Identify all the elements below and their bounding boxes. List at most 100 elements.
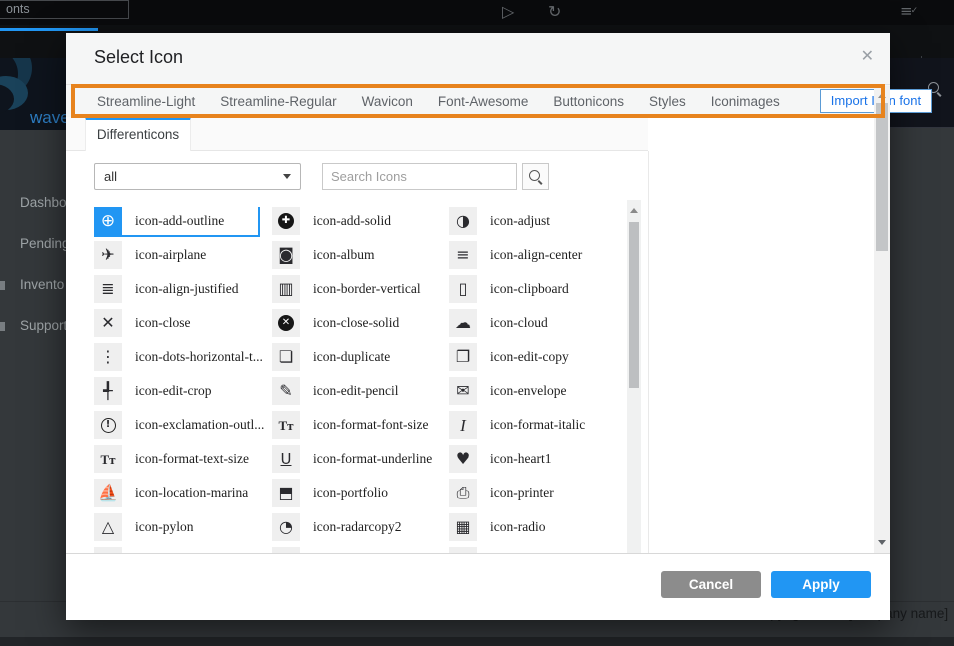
tab-font-awesome[interactable]: Font-Awesome [438, 94, 529, 109]
icon-tile-icon-airplane[interactable]: ✈ icon-airplane [94, 241, 272, 269]
icon-radarcopy2-glyph-box: ◔ [272, 513, 300, 541]
icon-tile-icon-radarcopy2[interactable]: ◔ icon-radarcopy2 [272, 513, 449, 541]
tab-wavicon[interactable]: Wavicon [362, 94, 413, 109]
sidebar-item-dashbo[interactable]: Dashbo [0, 194, 66, 212]
icon-tile-label: icon-align-center [490, 247, 582, 263]
task-list-icon[interactable]: ≡✓ [900, 0, 918, 22]
icon-tile-icon-dots-horizontal-t[interactable]: ⋮ icon-dots-horizontal-t... [94, 343, 272, 371]
icon-adjust-glyph-box: ◑ [449, 207, 477, 235]
icon-tile-label: icon-format-underline [313, 451, 432, 467]
icon-edit-crop-glyph-box: ╃ [94, 377, 122, 405]
icon-tile-icon-edit-pencil[interactable]: ✎icon-edit-pencil [272, 377, 449, 405]
icon-tile-icon-align-center[interactable]: ≡ icon-align-center [449, 241, 627, 269]
icon-tile-icon-edit-copy[interactable]: ❐icon-edit-copy [449, 343, 627, 371]
icon-cloud-icon: ☁ [455, 315, 471, 331]
icon-radio-icon: ▦ [455, 519, 470, 535]
icon-tile-label: icon-border-vertical [313, 281, 421, 297]
sidebar-item-support[interactable]: Support [0, 317, 66, 335]
icon-tile-icon-heart1[interactable]: ♥icon-heart1 [449, 445, 627, 473]
icon-tile-label: icon-format-font-size [313, 417, 428, 433]
sidebar-item-pending[interactable]: Pending [0, 235, 66, 253]
icon-add-outline-icon: ⊕ [101, 213, 115, 230]
icon-grid: ⊕icon-add-outline ✚icon-add-solid◑ icon-ad… [94, 207, 627, 553]
icon-tile-label: icon-airplane [135, 247, 206, 263]
sidebar-item-invento[interactable]: Invento [0, 276, 66, 294]
scrollbar-thumb[interactable] [629, 222, 639, 388]
icon-format-text-size-icon: Tᴛ [100, 453, 115, 466]
icon-align-center-glyph-box: ≡ [449, 241, 477, 269]
icon-close-icon: ✕ [101, 315, 114, 331]
icon-tile-label: icon-radarcopy2 [313, 519, 401, 535]
icon-tile-icon-location-marina[interactable]: ⛵icon-location-marina [94, 479, 272, 507]
apply-button[interactable]: Apply [771, 571, 871, 598]
scroll-up-icon[interactable] [878, 93, 886, 98]
icon-list-scrollbar [627, 200, 641, 553]
icon-tile-icon-radio[interactable]: ▦ icon-radio [449, 513, 627, 541]
publish-icon[interactable]: ↻ [548, 1, 561, 23]
content-divider [66, 553, 890, 554]
play-icon[interactable]: ▷ [502, 1, 514, 23]
icon-portfolio-glyph-box: ⬒ [272, 479, 300, 507]
icon-tile-icon-cloud[interactable]: ☁icon-cloud [449, 309, 627, 337]
icon-tile-icon-clipboard[interactable]: ▯icon-clipboard [449, 275, 627, 303]
sidebar: Dashbo Pending Invento Support [0, 130, 66, 620]
icon-exclamation-outl...-icon: ! [101, 418, 116, 433]
icon-dots-horizontal-t...-icon: ⋮ [100, 349, 116, 365]
icon-tile-icon-exclamation-outl[interactable]: !icon-exclamation-outl... [94, 411, 272, 439]
close-icon[interactable]: ✕ [861, 46, 874, 65]
icon-tile-icon-close-solid[interactable]: ✕icon-close-solid [272, 309, 449, 337]
search-input[interactable] [322, 163, 517, 190]
icon-tile-icon-close[interactable]: ✕icon-close [94, 309, 272, 337]
icon-tile-label: icon-edit-crop [135, 383, 211, 399]
icon-edit-pencil-icon: ✎ [279, 383, 292, 399]
icon-tile-icon-duplicate[interactable]: ❏icon-duplicate [272, 343, 449, 371]
icon-tile-icon-format-text-size[interactable]: Tᴛ icon-format-text-size [94, 445, 272, 473]
icon-tile-label: icon-location-marina [135, 485, 248, 501]
icon-tile-label: icon-adjust [490, 213, 550, 229]
icon-pylon-icon: △ [102, 519, 114, 535]
icon-tile-icon-album[interactable]: ◙icon-album [272, 241, 449, 269]
icon-tile-label: icon-dots-horizontal-t... [135, 349, 263, 365]
icon-tile-label: icon-radio [490, 519, 545, 535]
search-button[interactable] [522, 163, 549, 190]
icon-printer-glyph-box: ⎙ [449, 479, 477, 507]
icon-tile-icon-format-italic[interactable]: Iicon-format-italic [449, 411, 627, 439]
tab-styles[interactable]: Styles [649, 94, 686, 109]
tab-buttonicons[interactable]: Buttonicons [553, 94, 624, 109]
icon-align-center-icon: ≡ [456, 247, 469, 263]
icon-tile-icon-edit-crop[interactable]: ╃ icon-edit-crop [94, 377, 272, 405]
dialog-title: Select Icon [94, 47, 183, 68]
icon-tile-icon-add-solid[interactable]: ✚icon-add-solid [272, 207, 449, 235]
icon-album-glyph-box: ◙ [272, 241, 300, 269]
tab-iconimages[interactable]: Iconimages [711, 94, 780, 109]
scrollbar-thumb[interactable] [876, 103, 888, 251]
tab-streamline-regular[interactable]: Streamline-Regular [220, 94, 336, 109]
modal-tab-bar: Streamline-Light Streamline-Regular Wavico… [72, 85, 884, 117]
icon-tile-icon-printer[interactable]: ⎙icon-printer [449, 479, 627, 507]
icon-tile-icon-pylon[interactable]: △icon-pylon [94, 513, 272, 541]
icon-airplane-icon: ✈ [101, 247, 114, 263]
icon-tile-label: icon-align-justified [135, 281, 238, 297]
tab-streamline-light[interactable]: Streamline-Light [97, 94, 195, 109]
icon-tile-icon-portfolio[interactable]: ⬒icon-portfolio [272, 479, 449, 507]
icon-tile-icon-border-vertical[interactable]: ▥icon-border-vertical [272, 275, 449, 303]
icon-tile-icon-add-outline[interactable]: ⊕icon-add-outline [94, 207, 260, 237]
active-tab-indicator [0, 28, 98, 31]
cancel-button[interactable]: Cancel [661, 571, 761, 598]
icon-tile-icon-align-justified[interactable]: ≣icon-align-justified [94, 275, 272, 303]
icon-exclamation-outl...-glyph-box: ! [94, 411, 122, 439]
category-select[interactable]: all [94, 163, 301, 190]
top-toolbar: onts ▷ ↻ ≡✓ [0, 0, 954, 25]
icon-tile-icon-envelope[interactable]: ✉icon-envelope [449, 377, 627, 405]
icon-tile-icon-adjust[interactable]: ◑ icon-adjust [449, 207, 627, 235]
icon-tile-icon-format-underline[interactable]: Uicon-format-underline [272, 445, 449, 473]
font-select-box[interactable]: onts [0, 0, 129, 19]
icon-tile-label: icon-format-text-size [135, 451, 249, 467]
scroll-up-icon[interactable] [630, 208, 638, 213]
scroll-down-icon[interactable] [878, 540, 886, 545]
tab-differenticons[interactable]: Differenticons [85, 117, 191, 151]
icon-tile-label: icon-add-solid [313, 213, 391, 229]
icon-edit-pencil-glyph-box: ✎ [272, 377, 300, 405]
icon-tile-icon-format-font-size[interactable]: Tᴛ icon-format-font-size [272, 411, 449, 439]
icon-format-font-size-icon: Tᴛ [278, 419, 293, 432]
